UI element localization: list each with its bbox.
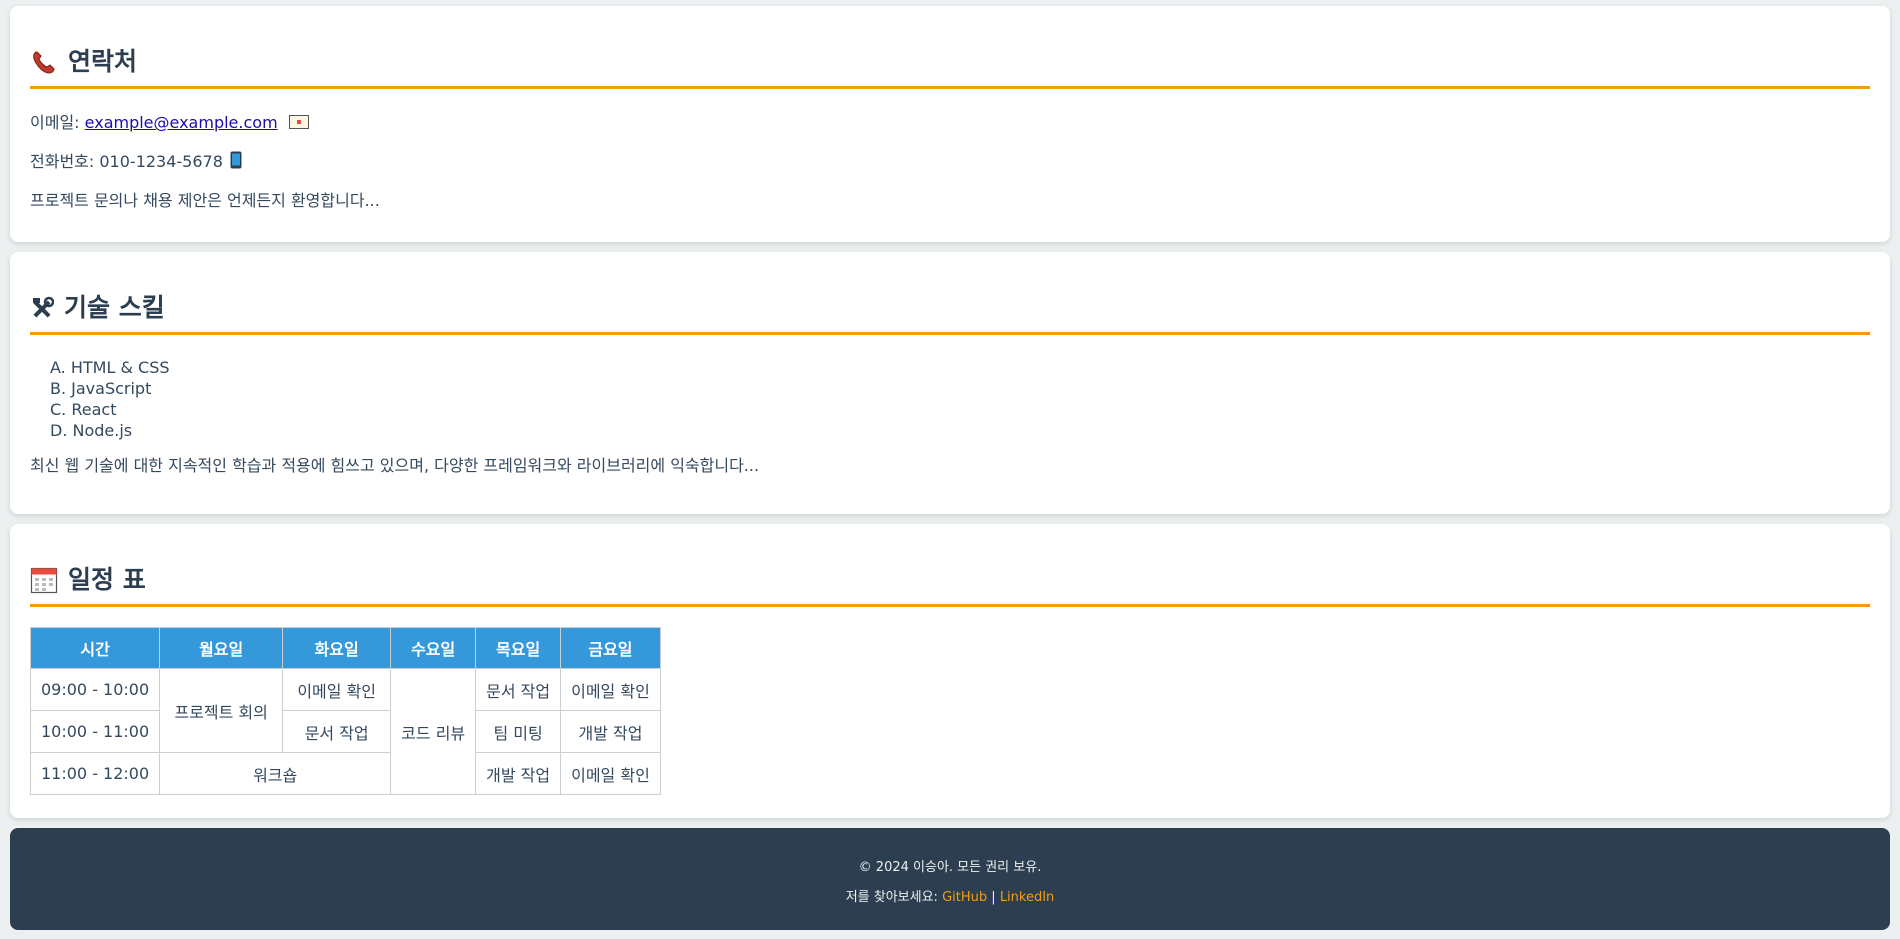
email-link[interactable]: example@example.com xyxy=(85,113,278,132)
list-item: C. React xyxy=(50,400,117,419)
email-line: 이메일: example@example.com xyxy=(30,113,1870,134)
skills-list: A. HTML & CSS B. JavaScript C. React D. … xyxy=(30,357,1870,441)
skills-section: 기술 스킬 A. HTML & CSS B. JavaScript C. Rea… xyxy=(10,252,1890,514)
page-footer: © 2024 이승아. 모든 권리 보유. 저를 찾아보세요: GitHub |… xyxy=(10,828,1890,930)
time-cell: 09:00 - 10:00 xyxy=(29,668,161,711)
header-thursday: 목요일 xyxy=(475,627,562,669)
github-link[interactable]: GitHub xyxy=(942,890,987,905)
list-item: D. Node.js xyxy=(50,421,133,440)
thursday-cell: 문서 작업 xyxy=(475,668,562,711)
email-label: 이메일: xyxy=(30,113,80,132)
time-cell: 11:00 - 12:00 xyxy=(29,752,161,795)
list-item: B. JavaScript xyxy=(50,379,152,398)
telephone-icon xyxy=(30,48,58,76)
section-title: 기술 스킬 xyxy=(64,293,165,322)
envelope-icon xyxy=(288,114,309,134)
thursday-cell: 팀 미팅 xyxy=(475,710,562,753)
linkedin-link[interactable]: LinkedIn xyxy=(1000,890,1054,905)
hammer-and-wrench-icon xyxy=(30,294,55,322)
table-row: 09:00 - 10:00 프로젝트 회의 이메일 확인 코드 리뷰 문서 작업… xyxy=(29,668,661,795)
phone-number: 010-1234-5678 xyxy=(99,151,223,171)
social-links-line: 저를 찾아보세요: GitHub | LinkedIn xyxy=(10,886,1890,905)
time-cell: 10:00 - 11:00 xyxy=(29,710,161,753)
schedule-table: 시간 월요일 화요일 수요일 목요일 금요일 09:00 - 10:00 프로젝… xyxy=(29,627,661,795)
section-title: 일정 표 xyxy=(68,565,146,594)
friday-cell: 이메일 확인 xyxy=(560,668,661,711)
header-monday: 월요일 xyxy=(159,627,284,669)
list-item: A. HTML & CSS xyxy=(50,358,170,377)
header-friday: 금요일 xyxy=(560,627,661,669)
phone-label: 전화번호: xyxy=(30,151,95,171)
contact-section: 연락처 이메일: example@example.com 전화번호: 010-1… xyxy=(10,6,1890,242)
calendar-icon xyxy=(30,566,58,594)
tuesday-cell: 문서 작업 xyxy=(282,710,392,753)
mobile-phone-icon xyxy=(230,151,242,174)
friday-cell: 개발 작업 xyxy=(560,710,661,753)
find-me-label: 저를 찾아보세요: xyxy=(845,890,938,905)
thursday-cell: 개발 작업 xyxy=(475,752,562,795)
table-row: 10:00 - 11:00 문서 작업 팀 미팅 개발 작업 xyxy=(29,710,661,753)
table-header-row: 시간 월요일 화요일 수요일 목요일 금요일 xyxy=(29,627,661,669)
friday-cell: 이메일 확인 xyxy=(560,752,661,795)
contact-heading: 연락처 xyxy=(30,46,1870,89)
schedule-heading: 일정 표 xyxy=(30,564,1870,607)
header-wednesday: 수요일 xyxy=(390,627,477,669)
schedule-section: 일정 표 시간 월요일 화요일 수요일 목요일 금요일 09:00 - 10:0… xyxy=(10,524,1890,818)
header-tuesday: 화요일 xyxy=(282,627,392,669)
phone-line: 전화번호: 010-1234-5678 xyxy=(30,151,1870,174)
tuesday-cell: 이메일 확인 xyxy=(282,668,392,711)
header-time: 시간 xyxy=(29,627,161,669)
skills-heading: 기술 스킬 xyxy=(30,292,1870,335)
table-row: 11:00 - 12:00 워크숍 개발 작업 이메일 확인 xyxy=(29,752,661,795)
monday-meeting-cell: 프로젝트 회의 xyxy=(159,668,284,753)
link-separator: | xyxy=(991,890,996,905)
section-title: 연락처 xyxy=(68,47,138,76)
skills-description: 최신 웹 기술에 대한 지속적인 학습과 적용에 힘쓰고 있으며, 다양한 프레… xyxy=(30,456,760,475)
copyright-text: © 2024 이승아. 모든 권리 보유. xyxy=(858,860,1042,875)
workshop-cell: 워크숍 xyxy=(159,752,392,795)
contact-note: 프로젝트 문의나 채용 제안은 언제든지 환영합니다... xyxy=(30,190,380,210)
wednesday-review-cell: 코드 리뷰 xyxy=(390,668,477,795)
